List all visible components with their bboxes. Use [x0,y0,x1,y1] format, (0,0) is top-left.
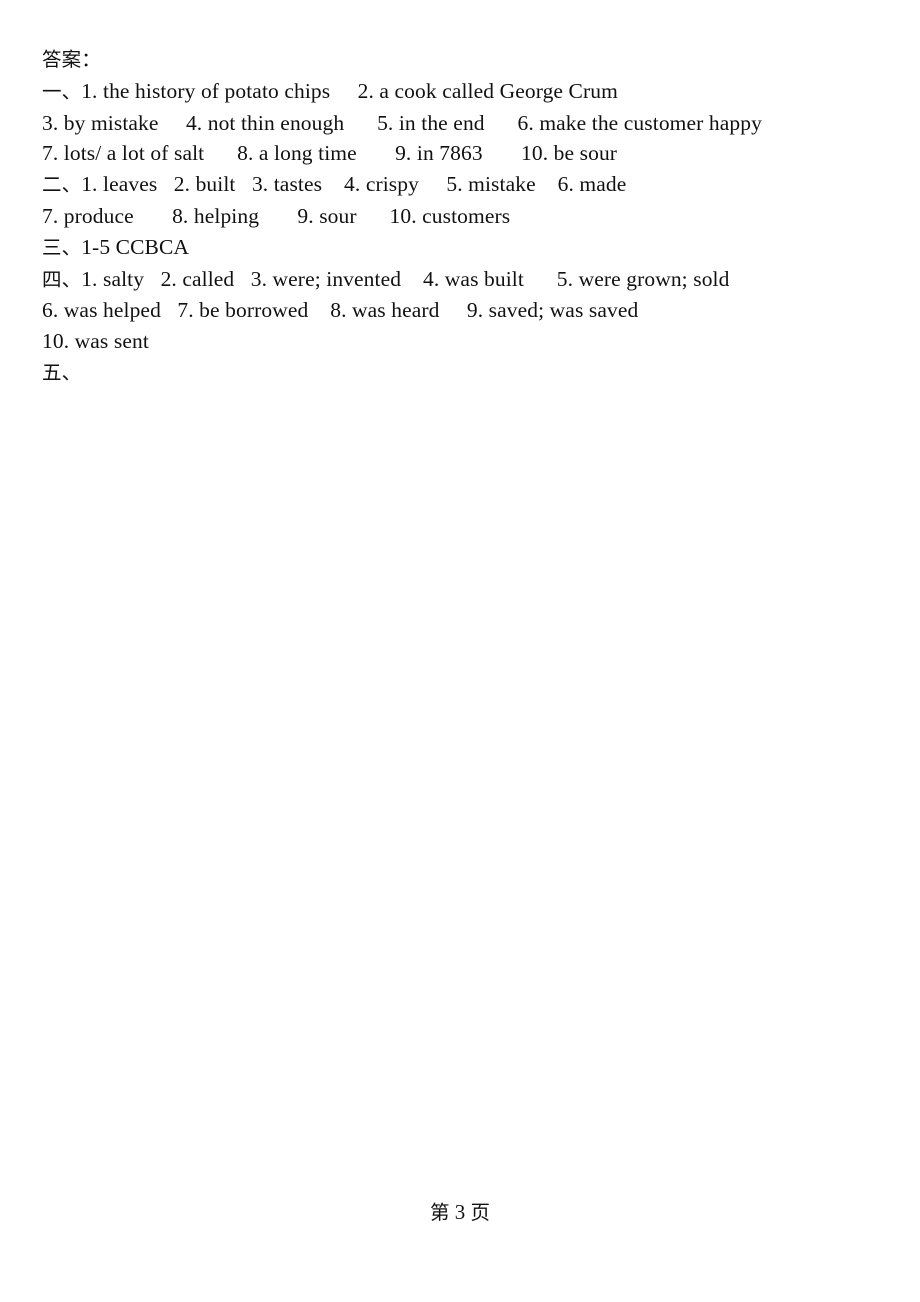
section-2-item-7: 7. produce [42,203,134,228]
section-1-item-3: 3. by mistake [42,110,159,135]
section-5-marker: 五、 [42,360,82,384]
page-footer-suffix: 页 [470,1201,491,1224]
section-2-item-3: 3. tastes [251,172,323,197]
section-5-line-1: 五、 [42,357,880,389]
section-2-marker: 二、 [42,173,82,197]
section-1-item-2: 2. a cook called George Crum [357,78,618,103]
section-1-item-5: 5. in the end [377,110,485,135]
section-3-marker: 三、 [42,235,82,259]
section-1-item-7: 7. lots/ a lot of salt [42,141,205,166]
page-footer: 第 3 页 [0,1196,920,1225]
page-footer-prefix: 第 [429,1201,450,1224]
section-2-item-9: 9. sour [297,203,357,228]
section-2-item-10: 10. customers [389,203,511,228]
answer-key-title: 答案： [42,44,880,76]
section-2-line-1: 二、1. leaves 2. built 3. tastes 4. crispy… [42,169,880,201]
section-2-item-4: 4. crispy [344,172,419,197]
section-4-item-1: 1. salty [81,266,145,291]
section-4-item-7: 7. be borrowed [177,298,309,323]
section-1-line-1-text: 1. the history of potato chips [81,78,331,103]
section-2-item-6: 6. made [557,172,627,197]
page-number: 3 [454,1200,466,1224]
section-4-item-4: 4. was built [423,266,524,291]
section-1-item-6: 6. make the customer happy [517,110,762,135]
section-1-line-3: 7. lots/ a lot of salt 8. a long time 9.… [42,138,880,169]
section-2-item-5: 5. mistake [446,172,536,197]
section-4-item-5: 5. were grown; sold [556,266,730,291]
document-page: 答案： 一、1. the history of potato chips 2. … [0,0,920,1302]
section-3-item-1: 1-5 CCBCA [81,234,190,259]
section-4-item-10: 10. was sent [42,329,149,354]
section-1-item-10: 10. be sour [521,141,618,166]
answer-key-title-text: 答案： [42,48,101,71]
section-1-line-1: 一、1. the history of potato chips 2. a co… [42,76,880,108]
section-4-item-2: 2. called [160,266,235,291]
section-4-line-3: 10. was sent [42,326,880,357]
section-2-line-2: 7. produce 8. helping 9. sour 10. custom… [42,201,880,232]
section-2-item-2: 2. built [173,172,236,197]
section-1-item-9: 9. in 7863 [395,141,483,166]
section-1-line-2: 3. by mistake 4. not thin enough 5. in t… [42,108,880,139]
section-1-item-8: 8. a long time [237,141,357,166]
section-1-marker: 一、 [42,79,82,103]
section-2-item-8: 8. helping [172,203,260,228]
section-4-line-2: 6. was helped 7. be borrowed 8. was hear… [42,295,880,326]
section-4-marker: 四、 [42,267,82,291]
section-4-item-6: 6. was helped [42,298,161,323]
section-4-item-9: 9. saved; was saved [466,298,639,323]
section-3-line-1: 三、1-5 CCBCA [42,232,880,264]
section-4-line-1: 四、1. salty 2. called 3. were; invented 4… [42,264,880,296]
section-1-item-4: 4. not thin enough [185,110,345,135]
section-4-item-8: 8. was heard [330,298,440,323]
section-4-item-3: 3. were; invented [250,266,402,291]
section-2-item-1: 1. leaves [81,172,158,197]
answer-key-body: 答案： 一、1. the history of potato chips 2. … [42,44,880,389]
